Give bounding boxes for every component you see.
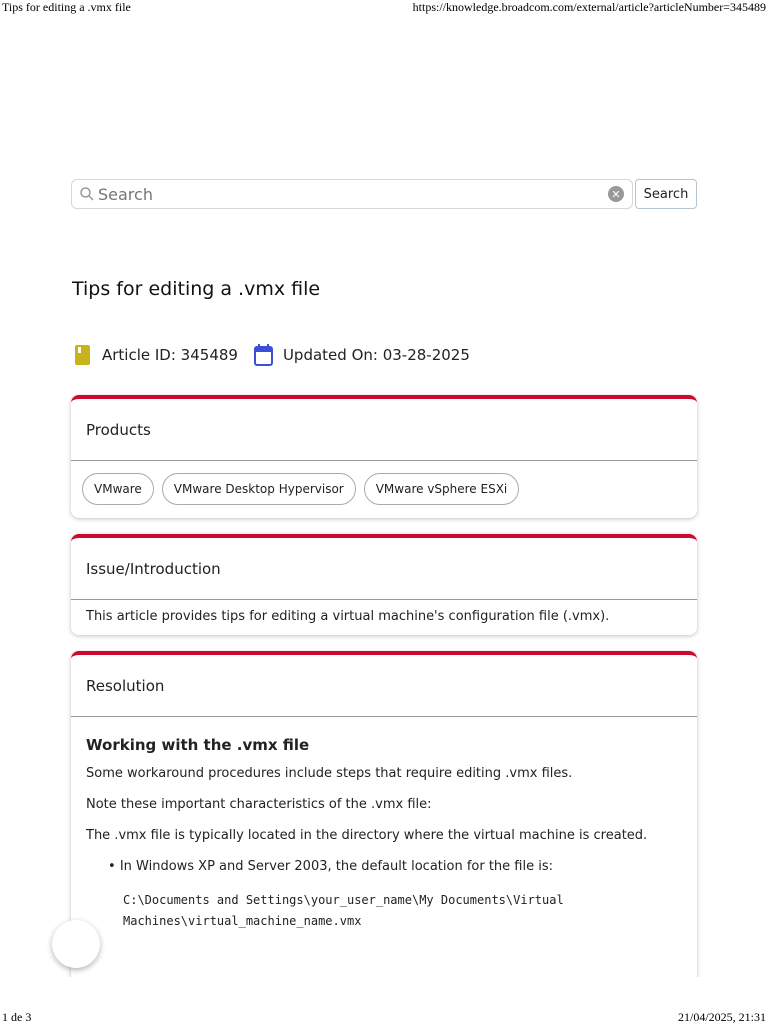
search-button[interactable]: Search — [635, 179, 697, 209]
resolution-card: Resolution Working with the .vmx file So… — [71, 651, 697, 991]
bullet-item: • In Windows XP and Server 2003, the def… — [108, 859, 553, 874]
products-card: Products VMware VMware Desktop Hyperviso… — [71, 395, 697, 518]
search-icon — [80, 187, 94, 201]
print-header-url: https://knowledge.broadcom.com/external/… — [412, 0, 766, 14]
resolution-paragraph: Some workaround procedures include steps… — [86, 766, 573, 781]
product-pill[interactable]: VMware Desktop Hypervisor — [161, 473, 356, 505]
issue-card: Issue/Introduction This article provides… — [71, 534, 697, 635]
resolution-paragraph: The .vmx file is typically located in th… — [86, 828, 648, 843]
page-title: Tips for editing a .vmx file — [72, 278, 321, 300]
print-footer-datetime: 21/04/2025, 21:31 — [677, 1010, 766, 1024]
print-header-title: Tips for editing a .vmx file — [2, 0, 131, 14]
article-meta: Article ID: 345489 Updated On: 03-28-202… — [75, 344, 470, 366]
resolution-subheading: Working with the .vmx file — [86, 736, 310, 754]
calendar-icon — [253, 344, 273, 366]
bookmark-icon — [75, 345, 90, 365]
product-pill[interactable]: VMware — [82, 473, 154, 505]
issue-text: This article provides tips for editing a… — [86, 609, 610, 624]
issue-heading: Issue/Introduction — [71, 538, 697, 600]
article-id: Article ID: 345489 — [102, 346, 238, 364]
updated-date: Updated On: 03-28-2025 — [282, 346, 470, 364]
products-heading: Products — [71, 399, 697, 461]
search-input[interactable] — [98, 184, 608, 204]
clear-icon[interactable]: ✕ — [608, 186, 624, 202]
product-pill[interactable]: VMware vSphere ESXi — [363, 473, 520, 505]
print-footer-page: 1 de 3 — [2, 1010, 32, 1024]
code-line: C:\Documents and Settings\your_user_name… — [123, 893, 564, 907]
resolution-paragraph: Note these important characteristics of … — [86, 797, 432, 812]
code-block: C:\Documents and Settings\your_user_name… — [86, 890, 682, 932]
resolution-heading: Resolution — [71, 655, 697, 717]
floating-action-button[interactable] — [52, 920, 100, 968]
search-bar: ✕ — [71, 179, 633, 209]
code-line: Machines\virtual_machine_name.vmx — [123, 914, 362, 928]
